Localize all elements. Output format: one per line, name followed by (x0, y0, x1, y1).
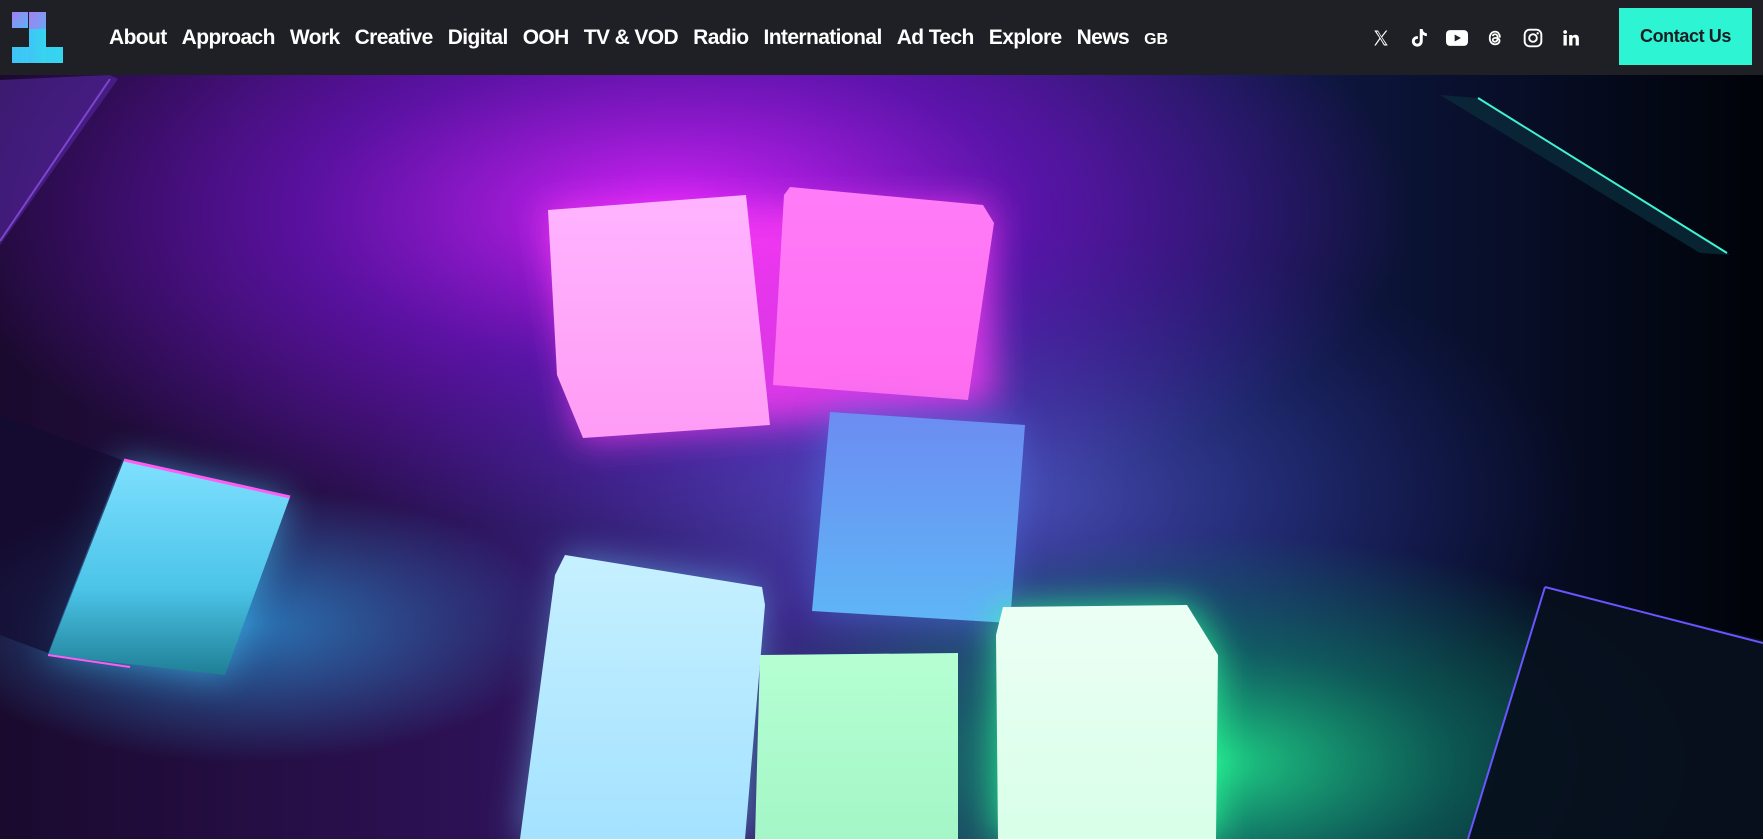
tiktok-link[interactable] (1400, 19, 1438, 57)
youtube-icon (1446, 29, 1468, 46)
region-selector[interactable]: GB (1144, 31, 1168, 49)
x-twitter-icon (1374, 30, 1388, 45)
nav-digital[interactable]: Digital (448, 26, 509, 50)
hero-background (0, 75, 1763, 839)
nav-creative[interactable]: Creative (355, 26, 434, 50)
contact-us-button[interactable]: Contact Us (1619, 8, 1752, 65)
nav-approach[interactable]: Approach (182, 26, 276, 50)
linkedin-icon (1563, 29, 1579, 45)
top-navigation-bar: About Approach Work Creative Digital OOH… (0, 0, 1763, 75)
brand-logo-icon (12, 12, 63, 63)
nav-explore[interactable]: Explore (989, 26, 1062, 50)
nav-work[interactable]: Work (290, 26, 340, 50)
tiktok-icon (1411, 28, 1427, 47)
glowing-cubes-image (0, 75, 1763, 839)
linkedin-link[interactable] (1552, 19, 1590, 57)
instagram-link[interactable] (1514, 19, 1552, 57)
nav-ooh[interactable]: OOH (523, 26, 570, 50)
social-links (1362, 0, 1590, 75)
brand-logo[interactable] (12, 12, 64, 64)
nav-about[interactable]: About (109, 26, 167, 50)
threads-link[interactable] (1476, 19, 1514, 57)
x-twitter-link[interactable] (1362, 19, 1400, 57)
instagram-icon (1523, 28, 1543, 47)
threads-icon (1488, 30, 1501, 45)
main-menu: About Approach Work Creative Digital OOH… (109, 0, 1183, 75)
nav-international[interactable]: International (763, 26, 882, 50)
nav-tv-vod[interactable]: TV & VOD (584, 26, 679, 50)
nav-ad-tech[interactable]: Ad Tech (897, 26, 975, 50)
youtube-link[interactable] (1438, 19, 1476, 57)
nav-news[interactable]: News (1077, 26, 1130, 50)
nav-radio[interactable]: Radio (693, 26, 749, 50)
